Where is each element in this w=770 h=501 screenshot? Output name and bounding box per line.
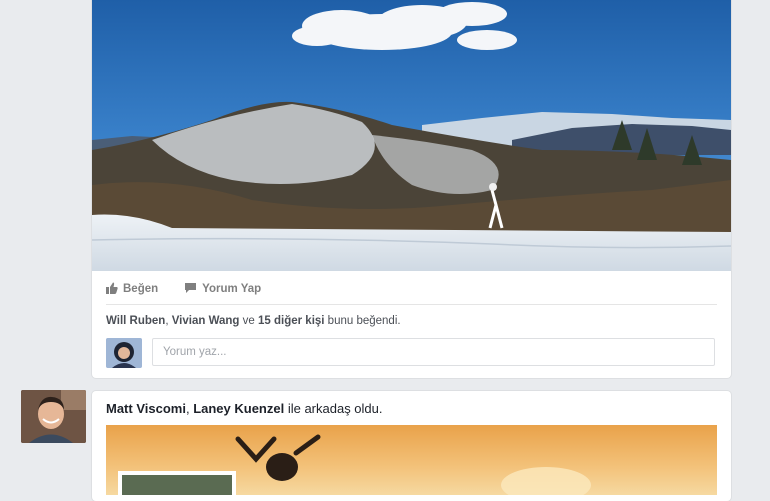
speech-bubble-icon — [184, 282, 197, 297]
post-actions: Beğen Yorum Yap — [106, 280, 261, 298]
comment-input[interactable]: Yorum yaz... — [152, 338, 715, 366]
other-likers-link[interactable]: 15 diğer kişi — [258, 315, 324, 327]
likes-connector: ve — [239, 315, 258, 327]
avatar[interactable] — [21, 390, 86, 443]
friend-link-2[interactable]: Laney Kuenzel — [193, 401, 284, 416]
thumbs-up-icon — [106, 282, 118, 297]
likes-summary: Will Ruben, Vivian Wang ve 15 diğer kişi… — [106, 315, 401, 327]
liker-link-2[interactable]: Vivian Wang — [172, 315, 240, 327]
like-button[interactable]: Beğen — [106, 282, 158, 297]
like-label: Beğen — [123, 283, 159, 295]
post-photo[interactable] — [92, 0, 731, 271]
likes-suffix: bunu beğendi. — [324, 315, 401, 327]
comment-label: Yorum Yap — [202, 283, 262, 295]
liker-link-1[interactable]: Will Ruben — [106, 315, 165, 327]
story-suffix: ile arkadaş oldu. — [284, 401, 383, 416]
comment-button[interactable]: Yorum Yap — [184, 282, 261, 297]
post-card: Beğen Yorum Yap Will Ruben, Vivian Wang … — [92, 0, 731, 378]
divider — [106, 304, 717, 305]
story-text: Matt Viscomi, Laney Kuenzel ile arkadaş … — [106, 401, 383, 416]
friend-link-1[interactable]: Matt Viscomi — [106, 401, 186, 416]
avatar[interactable] — [106, 338, 142, 368]
